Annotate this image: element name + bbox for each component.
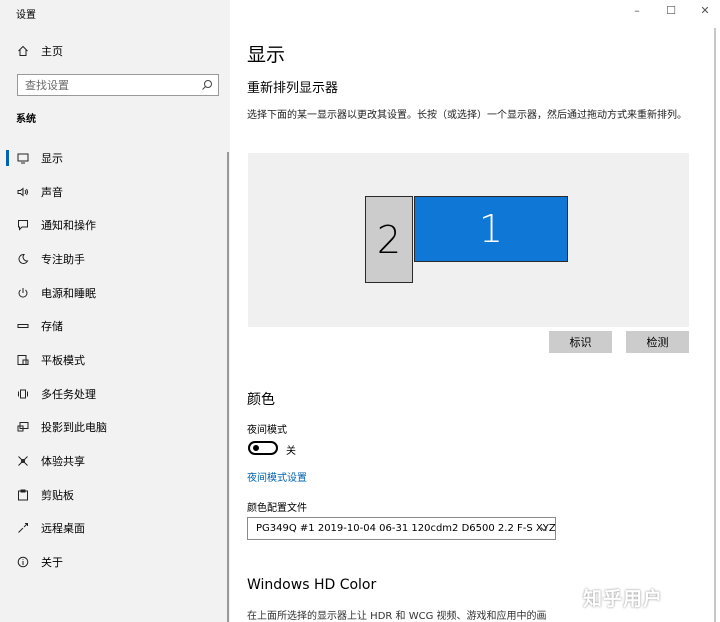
sidebar-item-label: 体验共享 <box>41 455 85 468</box>
sidebar-item-storage[interactable]: 存储 <box>16 316 63 336</box>
active-indicator <box>6 150 9 166</box>
monitor-2[interactable]: 2 <box>365 196 413 283</box>
sidebar-item-sound[interactable]: 声音 <box>16 182 63 202</box>
sidebar-item-shared-experiences[interactable]: 体验共享 <box>16 451 85 471</box>
app-title: 设置 <box>16 10 36 21</box>
hd-color-description: 在上面所选择的显示器上让 HDR 和 WCG 视频、游戏和应用中的画 <box>247 611 547 622</box>
home-icon <box>16 44 30 58</box>
color-heading: 颜色 <box>247 392 275 408</box>
close-button[interactable]: ✕ <box>698 4 712 17</box>
sidebar-item-tablet[interactable]: 平板模式 <box>16 350 85 370</box>
minimize-button[interactable]: – <box>630 4 644 17</box>
storage-icon <box>16 319 30 333</box>
watermark: 知乎用户 <box>583 588 664 610</box>
search-placeholder: 查找设置 <box>25 79 69 92</box>
sidebar-item-clipboard[interactable]: 剪贴板 <box>16 485 74 505</box>
sidebar-item-label: 显示 <box>41 152 63 165</box>
settings-window: 设置 主页 查找设置 系统 显示 声音 通知和操作 专注助手 电源和睡眠 存储 … <box>0 0 720 622</box>
sidebar-scrollbar[interactable] <box>227 152 229 622</box>
sidebar-item-project[interactable]: 投影到此电脑 <box>16 417 107 437</box>
sidebar-item-notifications[interactable]: 通知和操作 <box>16 215 96 235</box>
sidebar-item-label: 声音 <box>41 186 63 199</box>
clipboard-icon <box>16 488 30 502</box>
sidebar-item-remote-desktop[interactable]: 远程桌面 <box>16 518 85 538</box>
sidebar-item-label: 专注助手 <box>41 253 85 266</box>
monitor-2-number: 2 <box>376 217 402 262</box>
monitor-icon <box>16 151 30 165</box>
night-mode-state: 关 <box>286 446 296 457</box>
sidebar-item-multitasking[interactable]: 多任务处理 <box>16 384 96 404</box>
hd-color-heading: Windows HD Color <box>247 577 377 593</box>
sidebar-item-label: 通知和操作 <box>41 219 96 232</box>
monitor-1[interactable]: 1 <box>414 196 568 262</box>
home-nav-item[interactable]: 主页 <box>16 42 63 60</box>
sidebar: 设置 主页 查找设置 系统 显示 声音 通知和操作 专注助手 电源和睡眠 存储 … <box>0 0 230 622</box>
notification-icon <box>16 218 30 232</box>
rearrange-heading: 重新排列显示器 <box>247 81 339 96</box>
chevron-down-icon <box>540 527 548 532</box>
night-mode-settings-link[interactable]: 夜间模式设置 <box>247 469 307 484</box>
rearrange-description: 选择下面的某一显示器以更改其设置。长按（或选择）一个显示器，然后通过拖动方式来重… <box>247 110 687 121</box>
info-icon <box>16 555 30 569</box>
monitor-1-number: 1 <box>478 207 504 251</box>
toggle-knob <box>253 445 259 451</box>
tablet-icon <box>16 353 30 367</box>
content-scrollbar[interactable] <box>714 28 716 622</box>
section-label-system: 系统 <box>16 114 36 125</box>
sidebar-item-label: 关于 <box>41 556 63 569</box>
search-input[interactable]: 查找设置 <box>17 74 219 96</box>
multitask-icon <box>16 387 30 401</box>
sidebar-item-label: 平板模式 <box>41 354 85 367</box>
detect-button[interactable]: 检测 <box>626 331 689 353</box>
color-profile-label: 颜色配置文件 <box>247 503 307 514</box>
sidebar-item-focus-assist[interactable]: 专注助手 <box>16 249 85 269</box>
sidebar-item-label: 存储 <box>41 320 63 333</box>
sidebar-item-label: 电源和睡眠 <box>41 287 96 300</box>
color-profile-value: PG349Q #1 2019-10-04 06-31 120cdm2 D6500… <box>256 523 556 534</box>
sidebar-item-power[interactable]: 电源和睡眠 <box>16 283 96 303</box>
color-profile-dropdown[interactable]: PG349Q #1 2019-10-04 06-31 120cdm2 D6500… <box>247 517 556 540</box>
night-mode-label: 夜间模式 <box>247 425 287 436</box>
sidebar-item-label: 投影到此电脑 <box>41 421 107 434</box>
window-controls: – ☐ ✕ <box>630 4 712 17</box>
remote-icon <box>16 521 30 535</box>
sidebar-item-label: 远程桌面 <box>41 522 85 535</box>
power-icon <box>16 286 30 300</box>
page-title: 显示 <box>247 44 286 66</box>
moon-icon <box>16 252 30 266</box>
speaker-icon <box>16 185 30 199</box>
sidebar-item-label: 多任务处理 <box>41 388 96 401</box>
sidebar-item-label: 剪贴板 <box>41 489 74 502</box>
share-icon <box>16 454 30 468</box>
search-icon <box>202 80 212 90</box>
home-label: 主页 <box>41 45 63 58</box>
sidebar-item-display[interactable]: 显示 <box>16 148 63 168</box>
night-mode-toggle[interactable] <box>248 441 278 455</box>
project-icon <box>16 420 30 434</box>
identify-button[interactable]: 标识 <box>549 331 612 353</box>
sidebar-item-about[interactable]: 关于 <box>16 552 63 572</box>
maximize-button[interactable]: ☐ <box>664 4 678 17</box>
